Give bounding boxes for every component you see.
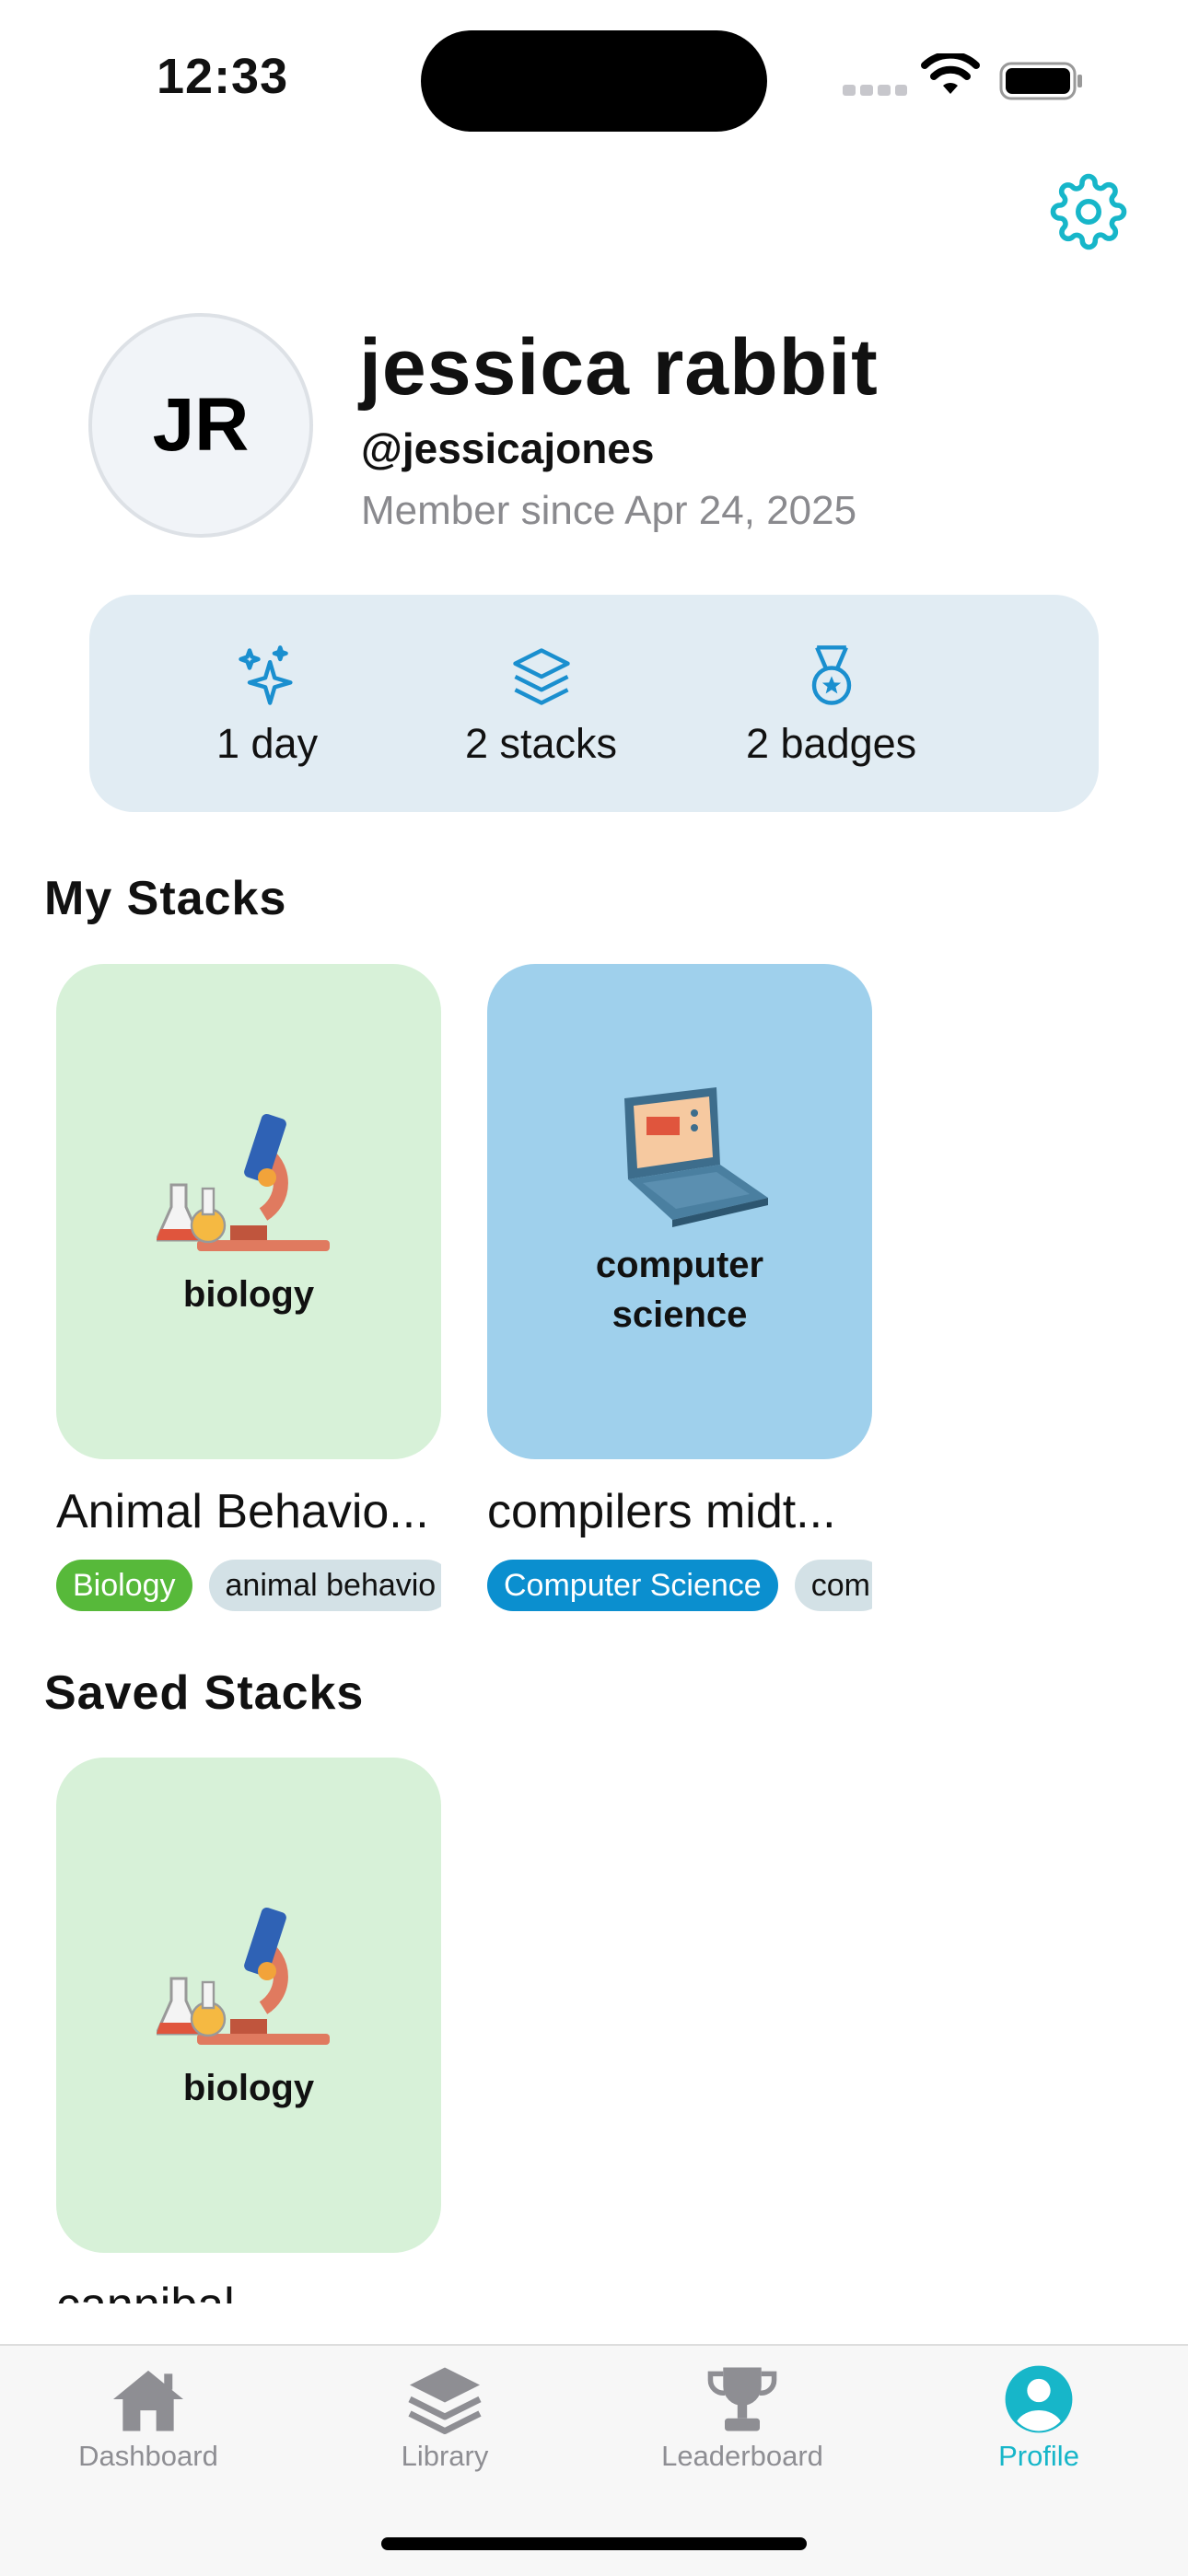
tab-label: Library	[401, 2440, 489, 2472]
home-indicator	[381, 2537, 807, 2550]
stack-cover-label: biology	[182, 1274, 315, 1315]
medal-icon	[811, 645, 851, 705]
settings-gear-icon[interactable]	[1050, 173, 1127, 250]
stack-card-animal-behavior[interactable]: biology	[56, 964, 441, 1459]
stat-badges-label: 2 badges	[746, 720, 917, 767]
stats-card: 1 day 2 stacks 2 badges	[89, 595, 1099, 812]
member-since: Member since Apr 24, 2025	[361, 488, 857, 533]
stack-cover-label: computer science	[595, 1245, 764, 1335]
stack-card-compilers[interactable]: computer science	[487, 964, 872, 1459]
tag-computer-science[interactable]: Computer Science	[487, 1560, 778, 1611]
dynamic-island	[421, 30, 767, 132]
tab-label: Dashboard	[78, 2440, 218, 2472]
tag-animal-behavior[interactable]: animal behavio	[208, 1560, 441, 1611]
avatar: JR	[88, 313, 313, 538]
microscope-icon	[157, 1907, 330, 2045]
stack-title[interactable]: cannibal	[56, 2278, 235, 2303]
stack-cover-label: biology	[182, 2068, 315, 2108]
layers-icon	[408, 2367, 482, 2434]
stack-tags: Computer Science com	[487, 1560, 872, 1611]
saved-stack-card-cannibal[interactable]: biology	[56, 1758, 441, 2253]
saved-stacks-title: Saved Stacks	[44, 1666, 365, 1720]
person-icon	[1005, 2365, 1073, 2433]
tab-leaderboard[interactable]: Leaderboard	[627, 2364, 857, 2473]
stat-streak-label: 1 day	[216, 720, 319, 767]
status-time: 12:33	[157, 49, 289, 104]
stat-stacks-label: 2 stacks	[465, 720, 618, 767]
microscope-icon	[157, 1113, 330, 1251]
my-stacks-title: My Stacks	[44, 872, 287, 925]
saved-stack-title-clip: cannibal	[56, 2278, 441, 2303]
house-icon	[113, 2370, 183, 2431]
tab-label: Profile	[998, 2440, 1079, 2472]
wifi-icon	[921, 53, 980, 94]
stack-icon	[512, 648, 570, 705]
stack-title[interactable]: Animal Behavio...	[56, 1484, 429, 1539]
sparkles-icon	[239, 645, 293, 705]
tab-library[interactable]: Library	[330, 2364, 560, 2473]
stat-streak: 1 day	[216, 641, 318, 768]
tag-compilers[interactable]: com	[794, 1560, 872, 1611]
trophy-icon	[707, 2367, 777, 2431]
stat-badges: 2 badges	[746, 641, 916, 768]
stack-tags: Biology animal behavio	[56, 1560, 441, 1611]
profile-name: jessica rabbit	[359, 323, 879, 412]
tab-profile[interactable]: Profile	[924, 2364, 1154, 2473]
tab-label: Leaderboard	[661, 2440, 823, 2472]
tag-biology[interactable]: Biology	[56, 1560, 192, 1611]
stack-title[interactable]: compilers midt...	[487, 1484, 836, 1539]
battery-icon	[999, 62, 1082, 100]
stat-stacks: 2 stacks	[465, 641, 617, 768]
cellular-signal-icon	[843, 85, 907, 96]
laptop-icon	[624, 1087, 768, 1227]
profile-handle: @jessicajones	[361, 424, 655, 472]
avatar-initials: JR	[152, 383, 250, 467]
tab-dashboard[interactable]: Dashboard	[33, 2364, 263, 2473]
